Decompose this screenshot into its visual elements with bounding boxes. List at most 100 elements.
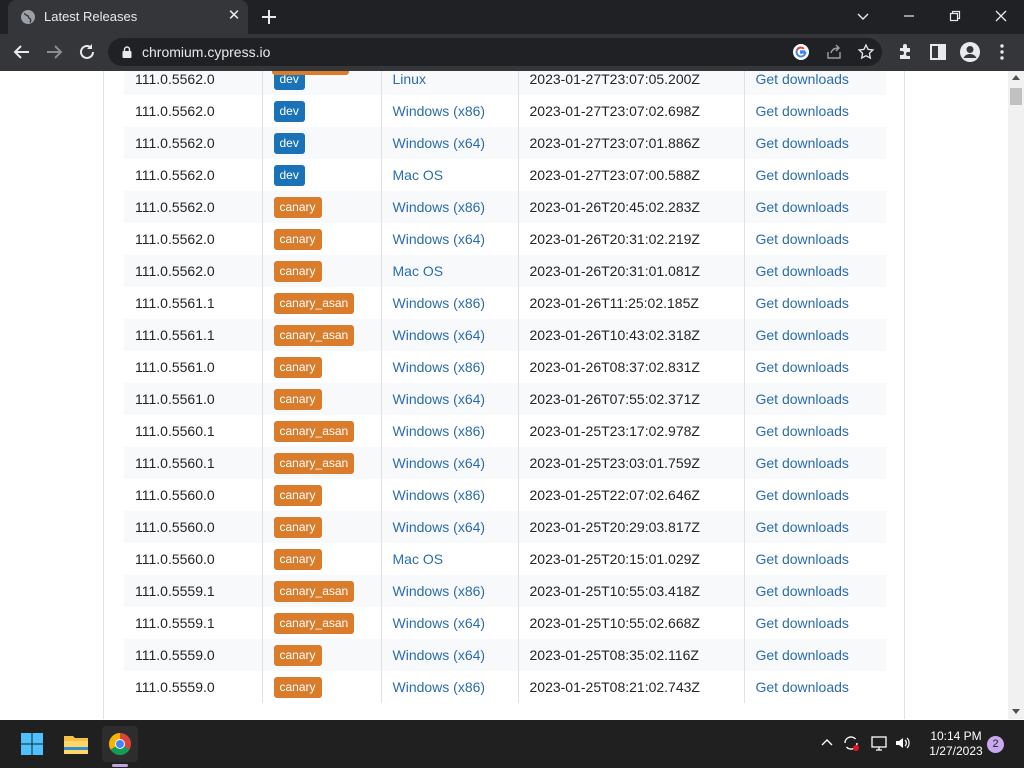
get-downloads-link[interactable]: Get downloads xyxy=(743,191,886,223)
scroll-up-arrow[interactable] xyxy=(1012,75,1020,80)
get-downloads-link-text[interactable]: Get downloads xyxy=(756,679,849,695)
windows-start-icon[interactable] xyxy=(14,726,50,762)
get-downloads-link-text[interactable]: Get downloads xyxy=(756,135,849,151)
minimize-icon[interactable] xyxy=(897,4,921,28)
chrome-taskbar-button[interactable] xyxy=(102,726,138,762)
get-downloads-link[interactable]: Get downloads xyxy=(743,639,886,671)
os-link-text[interactable]: Windows (x86) xyxy=(393,103,486,119)
os-link[interactable]: Windows (x86) xyxy=(380,671,518,703)
volume-icon[interactable] xyxy=(894,734,912,752)
os-link-text[interactable]: Mac OS xyxy=(393,263,444,279)
file-explorer-icon[interactable] xyxy=(58,726,94,762)
get-downloads-link[interactable]: Get downloads xyxy=(743,159,886,191)
menu-icon[interactable] xyxy=(990,40,1014,64)
get-downloads-link-text[interactable]: Get downloads xyxy=(756,583,849,599)
get-downloads-link-text[interactable]: Get downloads xyxy=(756,167,849,183)
get-downloads-link[interactable]: Get downloads xyxy=(743,127,886,159)
os-link-text[interactable]: Windows (x64) xyxy=(393,327,486,343)
os-link[interactable]: Mac OS xyxy=(380,159,518,191)
get-downloads-link[interactable]: Get downloads xyxy=(743,479,886,511)
get-downloads-link-text[interactable]: Get downloads xyxy=(756,263,849,279)
os-link[interactable]: Windows (x64) xyxy=(380,383,518,415)
get-downloads-link[interactable]: Get downloads xyxy=(743,319,886,351)
os-link[interactable]: Windows (x64) xyxy=(380,319,518,351)
back-icon[interactable] xyxy=(10,40,34,64)
get-downloads-link[interactable]: Get downloads xyxy=(743,511,886,543)
network-icon[interactable] xyxy=(870,734,888,752)
get-downloads-link-text[interactable]: Get downloads xyxy=(756,71,849,87)
get-downloads-link[interactable]: Get downloads xyxy=(743,543,886,575)
os-link-text[interactable]: Windows (x64) xyxy=(393,135,486,151)
os-link[interactable]: Linux xyxy=(380,71,518,95)
os-link[interactable]: Windows (x64) xyxy=(380,223,518,255)
sidepanel-icon[interactable] xyxy=(926,40,950,64)
os-link-text[interactable]: Windows (x64) xyxy=(393,647,486,663)
os-link[interactable]: Windows (x86) xyxy=(380,191,518,223)
star-icon[interactable] xyxy=(857,43,875,61)
os-link-text[interactable]: Windows (x86) xyxy=(393,679,486,695)
chevron-up-icon[interactable] xyxy=(818,734,836,752)
os-link-text[interactable]: Linux xyxy=(393,71,426,87)
get-downloads-link-text[interactable]: Get downloads xyxy=(756,103,849,119)
os-link-text[interactable]: Windows (x64) xyxy=(393,455,486,471)
sync-icon[interactable] xyxy=(842,734,860,752)
get-downloads-link[interactable]: Get downloads xyxy=(743,575,886,607)
os-link[interactable]: Windows (x86) xyxy=(380,287,518,319)
notification-badge[interactable]: 2 xyxy=(987,736,1004,753)
os-link[interactable]: Windows (x86) xyxy=(380,95,518,127)
get-downloads-link-text[interactable]: Get downloads xyxy=(756,519,849,535)
get-downloads-link-text[interactable]: Get downloads xyxy=(756,295,849,311)
os-link[interactable]: Windows (x86) xyxy=(380,415,518,447)
os-link-text[interactable]: Mac OS xyxy=(393,167,444,183)
os-link-text[interactable]: Windows (x86) xyxy=(393,423,486,439)
get-downloads-link-text[interactable]: Get downloads xyxy=(756,455,849,471)
restore-icon[interactable] xyxy=(943,4,967,28)
os-link[interactable]: Windows (x86) xyxy=(380,575,518,607)
os-link-text[interactable]: Windows (x86) xyxy=(393,487,486,503)
close-icon[interactable] xyxy=(989,4,1013,28)
chevron-down-icon[interactable] xyxy=(851,4,875,28)
os-link-text[interactable]: Windows (x86) xyxy=(393,295,486,311)
extensions-icon[interactable] xyxy=(894,40,918,64)
os-link[interactable]: Mac OS xyxy=(380,543,518,575)
get-downloads-link-text[interactable]: Get downloads xyxy=(756,615,849,631)
google-icon[interactable] xyxy=(792,43,810,61)
get-downloads-link-text[interactable]: Get downloads xyxy=(756,199,849,215)
get-downloads-link-text[interactable]: Get downloads xyxy=(756,551,849,567)
get-downloads-link[interactable]: Get downloads xyxy=(743,671,886,703)
get-downloads-link[interactable]: Get downloads xyxy=(743,447,886,479)
os-link[interactable]: Windows (x64) xyxy=(380,607,518,639)
os-link[interactable]: Windows (x64) xyxy=(380,639,518,671)
address-bar[interactable]: chromium.cypress.io xyxy=(108,38,882,66)
get-downloads-link[interactable]: Get downloads xyxy=(743,223,886,255)
get-downloads-link[interactable]: Get downloads xyxy=(743,255,886,287)
get-downloads-link[interactable]: Get downloads xyxy=(743,287,886,319)
scroll-down-arrow[interactable] xyxy=(1012,709,1020,714)
plus-icon[interactable] xyxy=(257,5,281,29)
lock-icon[interactable] xyxy=(120,45,134,59)
browser-tab[interactable]: Latest Releases ✕ xyxy=(8,0,248,34)
os-link-text[interactable]: Windows (x86) xyxy=(393,199,486,215)
os-link[interactable]: Windows (x64) xyxy=(380,127,518,159)
os-link[interactable]: Windows (x86) xyxy=(380,351,518,383)
os-link-text[interactable]: Windows (x64) xyxy=(393,391,486,407)
get-downloads-link-text[interactable]: Get downloads xyxy=(756,231,849,247)
get-downloads-link-text[interactable]: Get downloads xyxy=(756,487,849,503)
close-icon[interactable]: ✕ xyxy=(226,8,242,24)
get-downloads-link[interactable]: Get downloads xyxy=(743,95,886,127)
get-downloads-link[interactable]: Get downloads xyxy=(743,607,886,639)
system-clock[interactable]: 10:14 PM 1/27/2023 xyxy=(920,729,992,759)
os-link-text[interactable]: Windows (x64) xyxy=(393,519,486,535)
os-link-text[interactable]: Windows (x86) xyxy=(393,583,486,599)
get-downloads-link-text[interactable]: Get downloads xyxy=(756,647,849,663)
os-link-text[interactable]: Windows (x64) xyxy=(393,231,486,247)
get-downloads-link-text[interactable]: Get downloads xyxy=(756,359,849,375)
scrollbar-thumb[interactable] xyxy=(1010,88,1022,105)
os-link[interactable]: Windows (x64) xyxy=(380,447,518,479)
reload-icon[interactable] xyxy=(75,40,99,64)
get-downloads-link-text[interactable]: Get downloads xyxy=(756,391,849,407)
os-link-text[interactable]: Windows (x86) xyxy=(393,359,486,375)
os-link-text[interactable]: Windows (x64) xyxy=(393,615,486,631)
os-link-text[interactable]: Mac OS xyxy=(393,551,444,567)
vertical-scrollbar[interactable] xyxy=(1008,71,1024,719)
